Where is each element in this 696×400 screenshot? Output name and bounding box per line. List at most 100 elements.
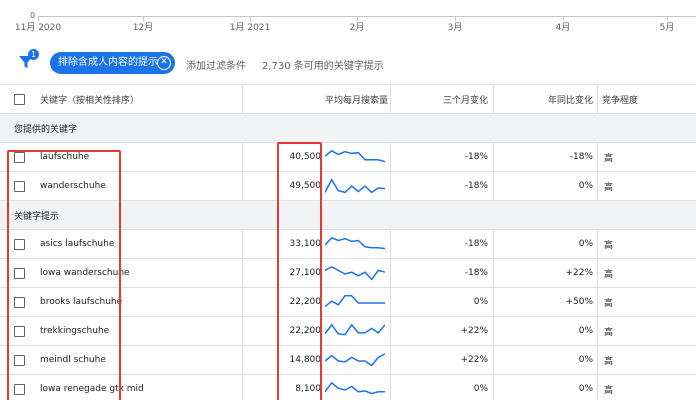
volume-cell: 49,500 xyxy=(289,181,322,191)
table-row[interactable]: meindl schuhe 14,800 +22% 0% 高 xyxy=(0,346,696,375)
competition-cell: 高 xyxy=(604,327,614,338)
volume-cell: 14,800 xyxy=(289,355,322,365)
yoy-change-cell: +22% xyxy=(565,268,593,278)
column-divider xyxy=(493,346,494,374)
filter-count-badge: 1 xyxy=(28,49,39,60)
yoy-change-cell: 0% xyxy=(578,355,593,365)
select-all-checkbox[interactable] xyxy=(14,94,25,105)
yoy-change-cell: 0% xyxy=(578,239,593,249)
keyword-cell: laufschuhe xyxy=(40,152,90,162)
keyword-cell: lowa renegade gtx mid xyxy=(40,384,144,394)
trend-sparkline xyxy=(325,353,385,367)
yoy-change-cell: 0% xyxy=(578,384,593,394)
column-divider xyxy=(597,317,598,345)
column-divider xyxy=(242,259,243,287)
axis-month-label: 3月 xyxy=(447,23,463,33)
axis-baseline xyxy=(38,16,696,17)
add-filter-button[interactable]: 添加过滤条件 xyxy=(186,57,246,72)
three-month-change-cell: 0% xyxy=(473,297,488,307)
chip-label: 排除含成人内容的提示 xyxy=(58,57,158,68)
table-row[interactable]: lowa renegade gtx mid 8,100 0% 0% 高 xyxy=(0,375,696,400)
group-label: 您提供的关键字 xyxy=(14,124,78,135)
keyword-cell: asics laufschuhe xyxy=(40,239,115,249)
competition-cell: 高 xyxy=(604,153,614,164)
keyword-cell: brooks laufschuhe xyxy=(40,297,123,307)
group-row-suggestions: 关键字提示 xyxy=(0,201,696,230)
table-row[interactable]: trekkingschuhe 22,200 +22% 0% 高 xyxy=(0,317,696,346)
three-month-change-cell: -18% xyxy=(464,181,488,191)
axis-month-label: 5月 xyxy=(659,23,675,33)
column-header-competition[interactable]: 竞争程度 xyxy=(602,85,638,113)
trend-sparkline xyxy=(325,265,385,281)
group-row-provided: 您提供的关键字 xyxy=(0,114,696,143)
three-month-change-cell: -18% xyxy=(464,268,488,278)
row-checkbox[interactable] xyxy=(14,355,25,366)
three-month-change-cell: -18% xyxy=(464,239,488,249)
competition-cell: 高 xyxy=(604,240,614,251)
table-row[interactable]: wanderschuhe 49,500 -18% 0% 高 xyxy=(0,172,696,201)
yoy-change-cell: +50% xyxy=(565,297,593,307)
keyword-table: 关键字（按相关性排序） 平均每月搜索量 三个月变化 年同比变化 竞争程度 您提供… xyxy=(0,84,696,400)
column-divider xyxy=(242,346,243,374)
timeline-axis: 0 11月 2020 12月 1月 2021 2月 3月 4月 5月 xyxy=(0,0,696,42)
column-header-keyword[interactable]: 关键字（按相关性排序） xyxy=(40,85,139,113)
volume-cell: 40,500 xyxy=(289,152,322,162)
row-checkbox[interactable] xyxy=(14,384,25,395)
competition-cell: 高 xyxy=(604,385,614,396)
axis-month-label: 12月 xyxy=(132,23,154,33)
volume-cell: 22,200 xyxy=(289,326,322,336)
table-row[interactable]: lowa wanderschuhe 27,100 -18% +22% 高 xyxy=(0,259,696,288)
axis-month-label: 2月 xyxy=(349,23,365,33)
competition-cell: 高 xyxy=(604,269,614,280)
volume-cell: 27,100 xyxy=(289,268,322,278)
three-month-change-cell: 0% xyxy=(473,384,488,394)
row-checkbox[interactable] xyxy=(14,268,25,279)
column-divider xyxy=(242,230,243,258)
three-month-change-cell: +22% xyxy=(460,326,488,336)
volume-cell: 22,200 xyxy=(289,297,322,307)
column-divider xyxy=(242,172,243,200)
column-divider xyxy=(493,259,494,287)
adult-content-filter-chip[interactable]: 排除含成人内容的提示 ✕ xyxy=(50,52,175,74)
keyword-cell: wanderschuhe xyxy=(40,181,106,191)
sparkline-path xyxy=(325,295,385,308)
column-divider xyxy=(493,375,494,400)
row-checkbox[interactable] xyxy=(14,297,25,308)
row-checkbox[interactable] xyxy=(14,152,25,163)
volume-cell: 8,100 xyxy=(295,384,321,394)
trend-sparkline xyxy=(325,295,385,308)
three-month-change-cell: +22% xyxy=(460,355,488,365)
sparkline-path xyxy=(325,323,385,336)
row-checkbox[interactable] xyxy=(14,326,25,337)
volume-cell: 33,100 xyxy=(289,239,322,249)
column-divider xyxy=(597,346,598,374)
column-header-three-month[interactable]: 三个月变化 xyxy=(390,85,488,113)
table-row[interactable]: brooks laufschuhe 22,200 0% +50% 高 xyxy=(0,288,696,317)
sparkline-path xyxy=(325,265,385,281)
column-header-yoy[interactable]: 年同比变化 xyxy=(495,85,593,113)
column-divider xyxy=(493,143,494,171)
group-label: 关键字提示 xyxy=(14,211,60,222)
row-checkbox[interactable] xyxy=(14,239,25,250)
column-divider xyxy=(493,288,494,316)
table-row[interactable]: laufschuhe 40,500 -18% -18% 高 xyxy=(0,143,696,172)
competition-cell: 高 xyxy=(604,356,614,367)
column-divider xyxy=(493,317,494,345)
sparkline-path xyxy=(325,236,385,250)
sparkline-path xyxy=(325,353,385,367)
row-checkbox[interactable] xyxy=(14,181,25,192)
column-divider xyxy=(597,172,598,200)
available-keywords-count: 2,730 条可用的关键字提示 xyxy=(262,61,384,72)
keyword-cell: trekkingschuhe xyxy=(40,326,110,336)
close-icon[interactable]: ✕ xyxy=(157,56,171,70)
keyword-cell: lowa wanderschuhe xyxy=(40,268,130,278)
column-divider xyxy=(493,172,494,200)
trend-sparkline xyxy=(325,381,385,395)
column-divider xyxy=(597,288,598,316)
yoy-change-cell: 0% xyxy=(578,326,593,336)
axis-month-label: 4月 xyxy=(555,23,571,33)
column-divider xyxy=(597,259,598,287)
column-header-volume[interactable]: 平均每月搜索量 xyxy=(245,85,388,113)
table-row[interactable]: asics laufschuhe 33,100 -18% 0% 高 xyxy=(0,230,696,259)
column-divider xyxy=(597,85,598,113)
